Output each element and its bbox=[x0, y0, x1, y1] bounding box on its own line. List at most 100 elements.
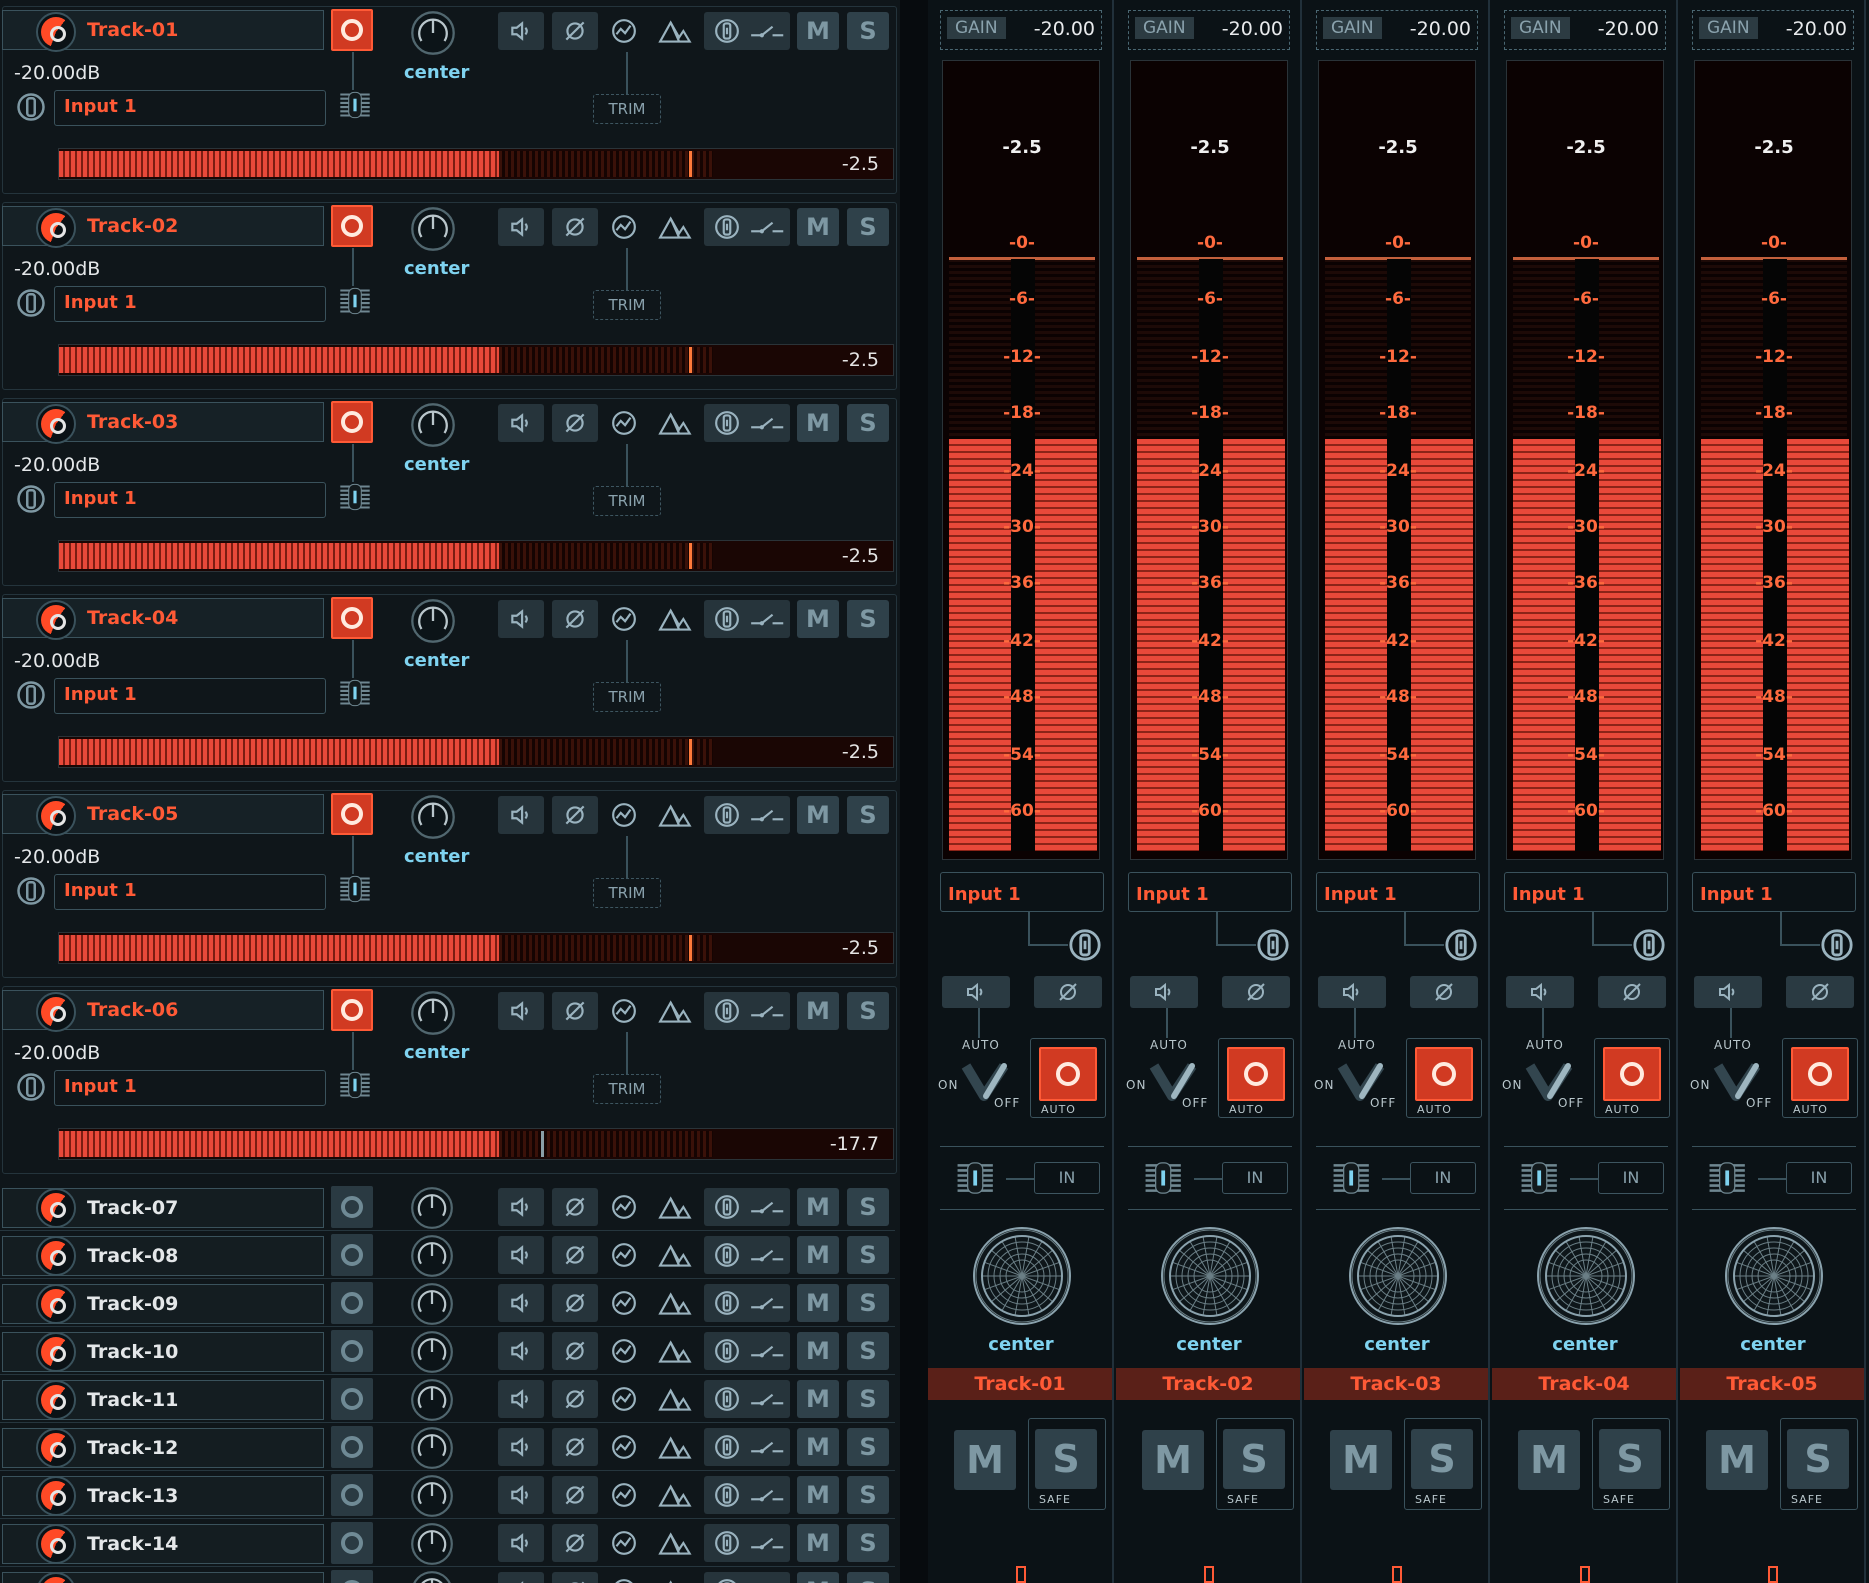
mute-button[interactable]: M bbox=[1706, 1430, 1768, 1490]
insert-in-button[interactable]: IN bbox=[1598, 1162, 1664, 1194]
monitor-button[interactable] bbox=[1694, 976, 1762, 1008]
eq-button[interactable] bbox=[604, 1476, 644, 1514]
eq-button[interactable] bbox=[604, 1332, 644, 1370]
volume-fader[interactable] bbox=[1138, 1160, 1194, 1196]
volume-fader[interactable] bbox=[950, 1160, 1006, 1196]
dynamics-button[interactable] bbox=[652, 404, 698, 442]
dynamics-button[interactable] bbox=[652, 992, 698, 1030]
solo-button[interactable]: S bbox=[1223, 1429, 1285, 1489]
record-arm-button[interactable] bbox=[331, 793, 373, 835]
trim-button[interactable]: TRIM bbox=[593, 94, 661, 124]
monitor-button[interactable] bbox=[498, 208, 544, 246]
routing-button[interactable] bbox=[744, 1476, 790, 1514]
dynamics-button[interactable] bbox=[652, 600, 698, 638]
eq-button[interactable] bbox=[604, 1188, 644, 1226]
record-arm-button[interactable] bbox=[331, 1186, 373, 1228]
eq-button[interactable] bbox=[604, 600, 644, 638]
eq-button[interactable] bbox=[604, 1284, 644, 1322]
dynamics-button[interactable] bbox=[652, 796, 698, 834]
eq-button[interactable] bbox=[604, 208, 644, 246]
mute-button[interactable]: M bbox=[797, 1236, 839, 1274]
record-arm-button[interactable] bbox=[331, 1330, 373, 1372]
mute-button[interactable]: M bbox=[797, 12, 839, 50]
monitor-button[interactable] bbox=[498, 1476, 544, 1514]
routing-button[interactable] bbox=[744, 1236, 790, 1274]
eq-button[interactable] bbox=[604, 992, 644, 1030]
solo-button[interactable]: S bbox=[847, 1476, 889, 1514]
monitor-button[interactable] bbox=[498, 1524, 544, 1562]
mute-button[interactable]: M bbox=[797, 1428, 839, 1466]
trim-button[interactable]: TRIM bbox=[593, 290, 661, 320]
phase-invert-button[interactable] bbox=[552, 796, 598, 834]
phase-invert-button[interactable] bbox=[552, 1524, 598, 1562]
phase-invert-button[interactable] bbox=[552, 1428, 598, 1466]
solo-button[interactable]: S bbox=[847, 1428, 889, 1466]
record-button[interactable]: AUTO bbox=[1218, 1038, 1294, 1118]
fader-cap[interactable] bbox=[1580, 1566, 1590, 1583]
dynamics-button[interactable] bbox=[652, 1524, 698, 1562]
solo-button[interactable]: S bbox=[847, 1284, 889, 1322]
insert-in-button[interactable]: IN bbox=[1034, 1162, 1100, 1194]
pan-knob[interactable] bbox=[410, 206, 456, 252]
solo-button[interactable]: S bbox=[1411, 1429, 1473, 1489]
input-monitor-button[interactable] bbox=[1444, 928, 1480, 964]
gain-value[interactable]: -20.00dB bbox=[14, 62, 100, 84]
solo-button[interactable]: S bbox=[847, 1236, 889, 1274]
pan-knob[interactable] bbox=[410, 1474, 454, 1518]
mute-button[interactable]: M bbox=[797, 1572, 839, 1583]
eq-button[interactable] bbox=[604, 1572, 644, 1583]
eq-button[interactable] bbox=[604, 12, 644, 50]
pan-dial[interactable] bbox=[972, 1226, 1072, 1326]
input-monitor-button[interactable] bbox=[1256, 928, 1292, 964]
insert-in-button[interactable]: IN bbox=[1222, 1162, 1288, 1194]
trim-button[interactable]: TRIM bbox=[593, 682, 661, 712]
volume-fader[interactable] bbox=[334, 482, 378, 518]
insert-in-button[interactable]: IN bbox=[1410, 1162, 1476, 1194]
phase-invert-button[interactable] bbox=[552, 600, 598, 638]
solo-button[interactable]: S bbox=[847, 12, 889, 50]
pan-dial[interactable] bbox=[1724, 1226, 1824, 1326]
gain-value[interactable]: -20.00dB bbox=[14, 454, 100, 476]
pan-knob[interactable] bbox=[410, 1426, 454, 1470]
input-select[interactable]: Input 1 bbox=[1512, 884, 1585, 905]
strip-track-name[interactable]: Track-01 bbox=[928, 1368, 1112, 1400]
phase-invert-button[interactable] bbox=[552, 992, 598, 1030]
input-select[interactable]: Input 1 bbox=[64, 880, 137, 901]
solo-button[interactable]: S bbox=[847, 1572, 889, 1583]
fader-cap[interactable] bbox=[1016, 1566, 1026, 1583]
record-button[interactable]: AUTO bbox=[1594, 1038, 1670, 1118]
insert-in-button[interactable]: IN bbox=[1786, 1162, 1852, 1194]
solo-button[interactable]: S bbox=[847, 1524, 889, 1562]
pan-knob[interactable] bbox=[410, 990, 456, 1036]
fader-cap[interactable] bbox=[1204, 1566, 1214, 1583]
monitor-button[interactable] bbox=[1506, 976, 1574, 1008]
gain-value[interactable]: -20.00dB bbox=[14, 846, 100, 868]
routing-button[interactable] bbox=[744, 1380, 790, 1418]
gain-control[interactable]: GAIN -20.00 bbox=[1316, 10, 1478, 50]
eq-button[interactable] bbox=[604, 796, 644, 834]
routing-button[interactable] bbox=[744, 796, 790, 834]
mute-button[interactable]: M bbox=[797, 1476, 839, 1514]
dynamics-button[interactable] bbox=[652, 1476, 698, 1514]
record-button[interactable]: AUTO bbox=[1406, 1038, 1482, 1118]
eq-button[interactable] bbox=[604, 1428, 644, 1466]
pan-knob[interactable] bbox=[410, 10, 456, 56]
record-arm-button[interactable] bbox=[331, 1234, 373, 1276]
phase-invert-button[interactable] bbox=[552, 404, 598, 442]
strip-track-name[interactable]: Track-03 bbox=[1304, 1368, 1488, 1400]
eq-button[interactable] bbox=[604, 1524, 644, 1562]
solo-button[interactable]: S bbox=[847, 796, 889, 834]
phase-invert-button[interactable] bbox=[552, 1572, 598, 1583]
input-select[interactable]: Input 1 bbox=[64, 684, 137, 705]
record-button[interactable]: AUTO bbox=[1030, 1038, 1106, 1118]
eq-button[interactable] bbox=[604, 404, 644, 442]
mute-button[interactable]: M bbox=[797, 1284, 839, 1322]
mute-button[interactable]: M bbox=[797, 1188, 839, 1226]
gain-control[interactable]: GAIN -20.00 bbox=[940, 10, 1102, 50]
mute-button[interactable]: M bbox=[797, 1380, 839, 1418]
input-select[interactable]: Input 1 bbox=[1700, 884, 1773, 905]
routing-button[interactable] bbox=[744, 1284, 790, 1322]
mute-button[interactable]: M bbox=[797, 1332, 839, 1370]
phase-invert-button[interactable] bbox=[1222, 976, 1290, 1008]
monitor-button[interactable] bbox=[498, 1236, 544, 1274]
